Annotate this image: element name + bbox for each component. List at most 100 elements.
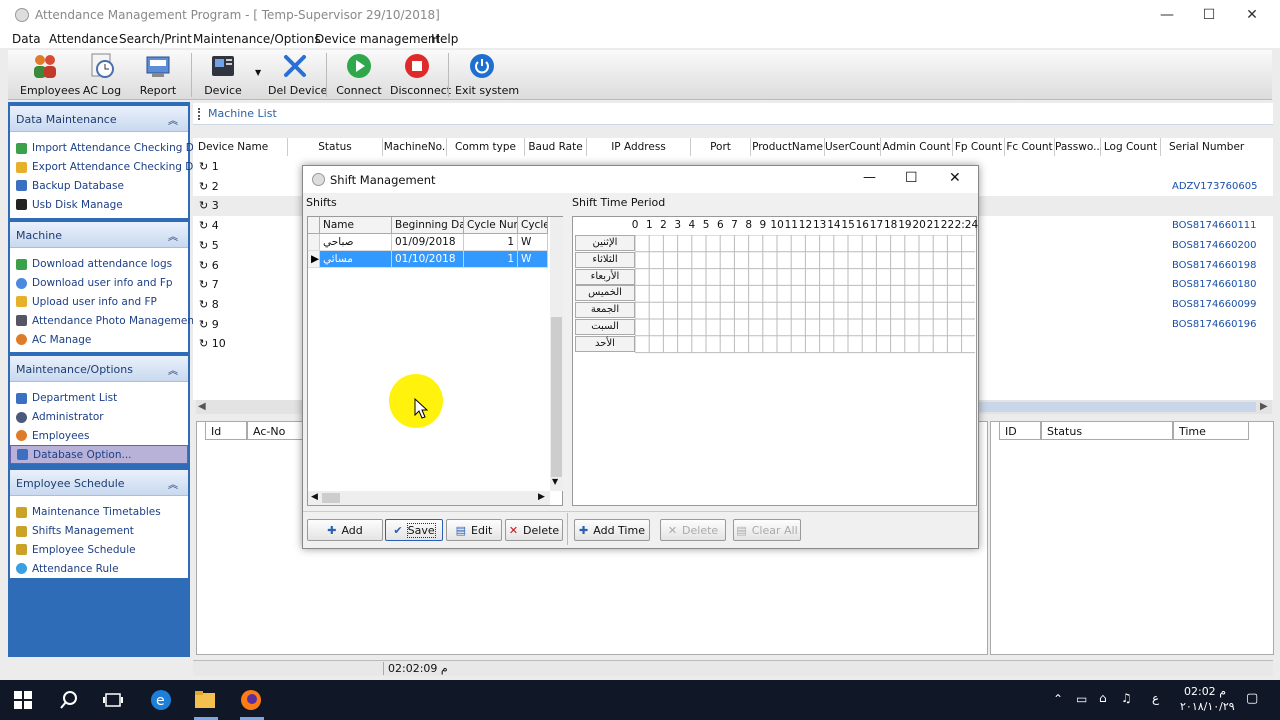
sidebar-item-ac-manage[interactable]: AC Manage <box>10 330 188 349</box>
close-button[interactable]: ✕ <box>1242 5 1262 25</box>
delete-button[interactable]: ✕ Delete <box>505 519 563 541</box>
column-header[interactable]: MachineNo. <box>383 138 447 156</box>
network-icon[interactable]: ⌂ <box>1099 691 1107 705</box>
column-header[interactable]: Serial Number <box>1161 138 1273 156</box>
menu-maintenance-options[interactable]: Maintenance/Options <box>193 32 321 46</box>
group-header[interactable]: Machine ︽ <box>10 222 188 248</box>
scroll-left-icon[interactable]: ◀ <box>311 492 318 502</box>
task-view-icon[interactable] <box>102 689 124 711</box>
dialog-close-button[interactable]: ✕ <box>949 170 961 186</box>
scroll-right-icon[interactable]: ▶ <box>538 492 545 502</box>
search-icon[interactable] <box>58 689 80 711</box>
column-header[interactable]: Beginning Date <box>392 217 464 234</box>
clear-all-button[interactable]: ▤ Clear All <box>733 519 801 541</box>
sidebar-item-department[interactable]: Department List <box>10 389 188 408</box>
scroll-right-icon[interactable]: ▶ <box>1260 401 1268 412</box>
menu-device-management[interactable]: Device management <box>315 32 440 46</box>
column-header[interactable]: Name <box>320 217 392 234</box>
edge-browser-icon[interactable]: e <box>150 689 172 711</box>
sidebar-item-attendance-rule[interactable]: Attendance Rule <box>10 559 188 578</box>
column-header[interactable]: UserCount <box>825 138 881 156</box>
sidebar-item-employee-schedule[interactable]: Employee Schedule <box>10 541 188 560</box>
add-time-button[interactable]: ✚ Add Time <box>574 519 650 541</box>
column-header[interactable]: Comm type <box>447 138 525 156</box>
group-header[interactable]: Maintenance/Options ︽ <box>10 356 188 382</box>
menu-attendance[interactable]: Attendance <box>49 32 118 46</box>
group-header[interactable]: Employee Schedule ︽ <box>10 470 188 496</box>
sidebar-item-usb[interactable]: Usb Disk Manage <box>10 195 188 214</box>
add-button[interactable]: ✚ Add <box>307 519 383 541</box>
column-header[interactable]: Id <box>205 422 247 440</box>
sidebar-item-upload-user[interactable]: Upload user info and FP <box>10 293 188 312</box>
maximize-button[interactable]: ☐ <box>1199 5 1219 25</box>
report-button[interactable]: Report <box>136 52 180 97</box>
column-header[interactable]: ID <box>999 422 1041 440</box>
scrollbar-thumb[interactable] <box>551 317 562 477</box>
edit-button[interactable]: ▤ Edit <box>446 519 502 541</box>
language-indicator[interactable]: ع <box>1152 691 1159 705</box>
column-header[interactable]: Time <box>1173 422 1249 440</box>
sidebar-item-download-logs[interactable]: Download attendance logs <box>10 255 188 274</box>
horizontal-scrollbar[interactable]: ◀ ▶ <box>308 491 550 505</box>
sidebar-item-backup[interactable]: Backup Database <box>10 177 188 196</box>
column-header[interactable]: Log Count <box>1101 138 1161 156</box>
group-header[interactable]: Data Maintenance ︽ <box>10 106 188 132</box>
windows-start-icon[interactable] <box>12 689 34 711</box>
table-row[interactable]: صباحي 01/09/2018 1 W <box>308 234 548 251</box>
dialog-maximize-button[interactable]: ☐ <box>905 170 918 186</box>
sidebar-item-export[interactable]: Export Attendance Checking Data <box>10 158 210 177</box>
time-grid-lines[interactable] <box>635 235 975 355</box>
sidebar-item-shifts[interactable]: Shifts Management <box>10 522 188 541</box>
sidebar-item-administrator[interactable]: Administrator <box>10 408 188 427</box>
notification-icon[interactable]: ▢ <box>1246 691 1258 706</box>
device-dropdown-arrow-icon[interactable]: ▼ <box>255 68 261 77</box>
column-header[interactable]: Status <box>1041 422 1173 440</box>
employees-button[interactable]: Employees <box>20 52 80 97</box>
menu-search-print[interactable]: Search/Print <box>119 32 192 46</box>
column-header[interactable]: IP Address <box>587 138 691 156</box>
column-header[interactable]: Port <box>691 138 751 156</box>
column-header[interactable]: Cycle Num <box>464 217 518 234</box>
column-header[interactable]: ProductName <box>751 138 825 156</box>
clock[interactable]: 02:02 م ٢٠١٨/١٠/٢٩ <box>1180 685 1235 713</box>
scroll-down-icon[interactable]: ▼ <box>552 477 558 486</box>
file-explorer-icon[interactable] <box>194 689 216 711</box>
sidebar-item-database-option[interactable]: Database Option... <box>10 445 188 465</box>
battery-icon[interactable]: ▭ <box>1076 692 1087 706</box>
column-header[interactable]: Fp Count <box>953 138 1005 156</box>
vertical-scrollbar[interactable]: ▼ <box>550 217 563 491</box>
device-number: ↻ 4 <box>199 219 219 233</box>
column-header[interactable]: Status <box>288 138 383 156</box>
sidebar-item-employees[interactable]: Employees <box>10 427 188 446</box>
del-device-button[interactable]: Del Device <box>268 52 327 97</box>
delete-time-button[interactable]: ✕ Delete <box>660 519 726 541</box>
device-button[interactable]: Device <box>201 52 245 97</box>
dialog-minimize-button[interactable]: — <box>863 170 876 185</box>
volume-icon[interactable]: ♫ <box>1121 691 1132 705</box>
sidebar-item-import[interactable]: Import Attendance Checking Data <box>10 139 211 158</box>
table-row-selected[interactable]: ▶ مسائي 01/10/2018 1 W <box>308 251 548 268</box>
ac-log-button[interactable]: AC Log <box>78 52 126 97</box>
disconnect-button[interactable]: Disconnect <box>390 52 451 97</box>
column-header[interactable]: Device Name <box>193 138 288 156</box>
sidebar-item-download-user[interactable]: Download user info and Fp <box>10 274 188 293</box>
column-header[interactable]: Baud Rate <box>525 138 587 156</box>
minimize-button[interactable]: — <box>1157 5 1177 25</box>
menu-data[interactable]: Data <box>12 32 41 46</box>
column-header[interactable]: Ac-No <box>247 422 305 440</box>
tray-chevron-icon[interactable]: ⌃ <box>1053 692 1063 706</box>
menu-help[interactable]: Help <box>431 32 458 46</box>
column-header[interactable]: Admin Count <box>881 138 953 156</box>
calendar-icon <box>16 525 27 537</box>
scrollbar-thumb[interactable] <box>322 493 340 503</box>
sidebar-item-timetables[interactable]: Maintenance Timetables <box>10 503 188 522</box>
exit-system-button[interactable]: Exit system <box>455 52 519 97</box>
connect-button[interactable]: Connect <box>336 52 382 97</box>
column-header[interactable]: Cycle <box>518 217 548 234</box>
save-button[interactable]: ✔ Save <box>385 519 443 541</box>
sidebar-item-photo[interactable]: Attendance Photo Management <box>10 311 198 330</box>
firefox-icon[interactable] <box>240 689 262 711</box>
scroll-left-icon[interactable]: ◀ <box>198 401 206 412</box>
column-header[interactable]: Passwo... <box>1055 138 1103 156</box>
column-header[interactable]: Fc Count <box>1005 138 1055 156</box>
